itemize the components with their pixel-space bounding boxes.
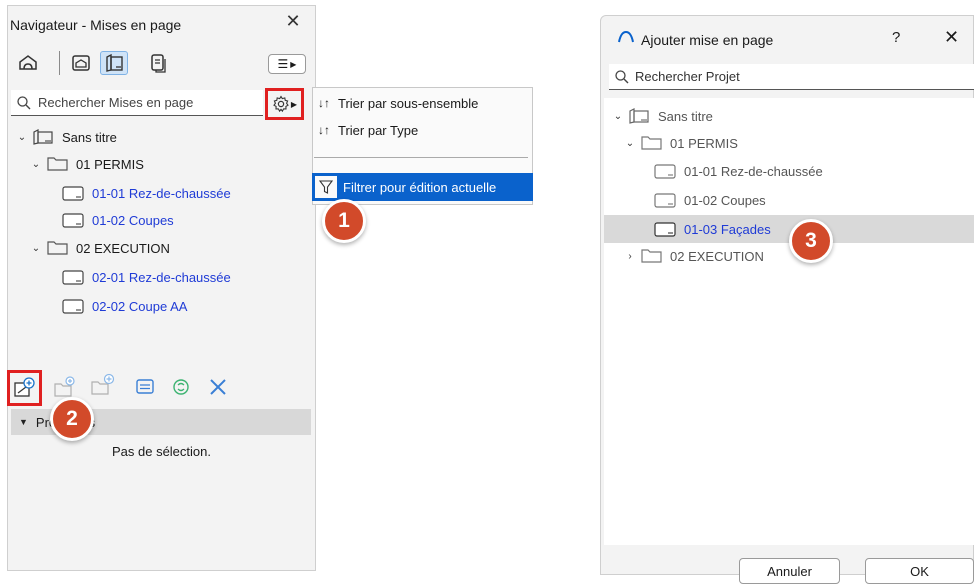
layout-icon: [106, 53, 123, 72]
tree-label: 02 EXECUTION: [76, 240, 170, 256]
navigator-title: Navigateur - Mises en page: [10, 17, 182, 33]
tree-label: 01-02 Coupes: [92, 212, 174, 228]
chevron-down-icon: ⌄: [613, 110, 623, 122]
tree-item-layout[interactable]: 01-01 Rez-de-chaussée: [62, 182, 231, 204]
layout-sheet-icon: [654, 193, 676, 208]
step-badge-3: 3: [789, 219, 833, 263]
navigator-close-button[interactable]: ✕: [284, 11, 302, 32]
tree-label: 02-02 Coupe AA: [92, 298, 188, 314]
layout-sheet-icon: [62, 186, 84, 201]
new-layout-button[interactable]: [7, 370, 42, 406]
view-map-icon[interactable]: [67, 51, 95, 75]
dialog-tree-item-folder[interactable]: ⌄ 01 PERMIS: [624, 132, 738, 154]
settings-list-icon[interactable]: [132, 374, 158, 400]
dialog-search-input[interactable]: [633, 68, 957, 85]
layout-sheet-icon: [654, 222, 676, 237]
folder-icon: [47, 241, 68, 255]
folder-icon: [641, 249, 662, 263]
tree-label: 01 PERMIS: [670, 135, 738, 151]
cancel-button[interactable]: Annuler: [739, 558, 840, 584]
dialog-title: Ajouter mise en page: [641, 32, 774, 48]
chevron-right-icon: ›: [628, 250, 632, 262]
app-logo-icon: [618, 30, 634, 43]
folder-icon: [641, 136, 662, 150]
navigator-menu-button[interactable]: ☰ ▶: [268, 54, 306, 74]
publish-icon: [151, 54, 166, 73]
tree-label: 01-02 Coupes: [684, 192, 766, 208]
help-button[interactable]: ?: [892, 29, 900, 46]
dialog-search[interactable]: [609, 64, 974, 90]
dialog-tree-item-layout[interactable]: 01-01 Rez-de-chaussée: [654, 160, 823, 182]
dialog-tree-item-layout[interactable]: 01-02 Coupes: [654, 189, 766, 211]
tree-item-layout[interactable]: 02-01 Rez-de-chaussée: [62, 266, 231, 288]
layout-sheet-icon: [62, 213, 84, 228]
triangle-right-icon: ▶: [290, 59, 297, 69]
triangle-down-icon: ▼: [19, 417, 28, 427]
search-icon: [17, 95, 31, 109]
tree-item-layout[interactable]: 02-02 Coupe AA: [62, 295, 187, 317]
layout-book-icon[interactable]: [100, 51, 128, 75]
publisher-sets-icon[interactable]: [144, 51, 172, 75]
ok-button[interactable]: OK: [865, 558, 974, 584]
layout-sheet-icon: [62, 299, 84, 314]
navigator-search-input[interactable]: [36, 94, 260, 111]
menu-separator: [314, 157, 528, 158]
folder-icon: [47, 157, 68, 171]
chevron-down-icon: ⌄: [31, 158, 41, 170]
layout-book-icon: [33, 129, 53, 145]
tree-label: 01-03 Façades: [684, 221, 771, 237]
tree-item-root[interactable]: ⌄ Sans titre: [16, 126, 117, 148]
menu-item-filter-current[interactable]: Filtrer pour édition actuelle: [312, 173, 533, 201]
menu-item-sort-subset[interactable]: ↓↑ Trier par sous-ensemble: [318, 93, 478, 113]
view-icon: [72, 55, 90, 71]
project-map-icon[interactable]: [14, 51, 42, 75]
navigator-search[interactable]: [11, 90, 263, 116]
menu-item-label: Filtrer pour édition actuelle: [343, 179, 497, 195]
dialog-tree-item-layout-selected[interactable]: 01-03 Façades: [654, 218, 771, 240]
layout-sheet-icon: [654, 164, 676, 179]
hamburger-icon: ☰: [277, 57, 289, 71]
house-icon: [19, 55, 37, 70]
sort-icon: ↓↑: [318, 96, 330, 110]
gear-icon: [273, 95, 289, 113]
menu-item-label: Trier par Type: [338, 122, 419, 138]
tree-label: 01 PERMIS: [76, 156, 144, 172]
layout-sheet-icon: [62, 270, 84, 285]
menu-item-sort-type[interactable]: ↓↑ Trier par Type: [318, 120, 418, 140]
tree-item-layout[interactable]: 01-02 Coupes: [62, 209, 174, 231]
tree-label: 01-01 Rez-de-chaussée: [92, 185, 231, 201]
delete-icon[interactable]: [205, 374, 231, 400]
dialog-tree-item-root[interactable]: ⌄ Sans titre: [612, 105, 713, 127]
settings-menu-button[interactable]: ▶: [265, 88, 304, 120]
refresh-icon[interactable]: [168, 374, 194, 400]
chevron-down-icon: ⌄: [17, 131, 27, 143]
new-master-icon[interactable]: [90, 372, 116, 398]
chevron-down-icon: ⌄: [625, 137, 635, 149]
tree-label: Sans titre: [62, 129, 117, 145]
step-badge-2: 2: [50, 397, 94, 441]
step-badge-1: 1: [322, 199, 366, 243]
tree-label: 02 EXECUTION: [670, 248, 764, 264]
tree-label: 02-01 Rez-de-chaussée: [92, 269, 231, 285]
filter-icon: [315, 176, 337, 198]
sort-icon: ↓↑: [318, 123, 330, 137]
tree-item-folder[interactable]: ⌄ 01 PERMIS: [30, 153, 144, 175]
tree-item-folder[interactable]: ⌄ 02 EXECUTION: [30, 237, 170, 259]
dialog-close-button[interactable]: ✕: [944, 27, 959, 48]
search-icon: [615, 69, 629, 83]
layout-book-icon: [629, 108, 649, 124]
new-subset-icon[interactable]: [52, 374, 78, 400]
chevron-down-icon: ⌄: [31, 242, 41, 254]
tree-label: Sans titre: [658, 108, 713, 124]
toolbar-separator: [59, 51, 60, 75]
new-layout-icon: [13, 377, 35, 397]
dialog-tree-item-folder[interactable]: › 02 EXECUTION: [624, 245, 764, 267]
menu-item-label: Trier par sous-ensemble: [338, 95, 479, 111]
tree-label: 01-01 Rez-de-chaussée: [684, 163, 823, 179]
triangle-right-icon: ▶: [290, 99, 298, 109]
no-selection-text: Pas de sélection.: [111, 444, 211, 459]
